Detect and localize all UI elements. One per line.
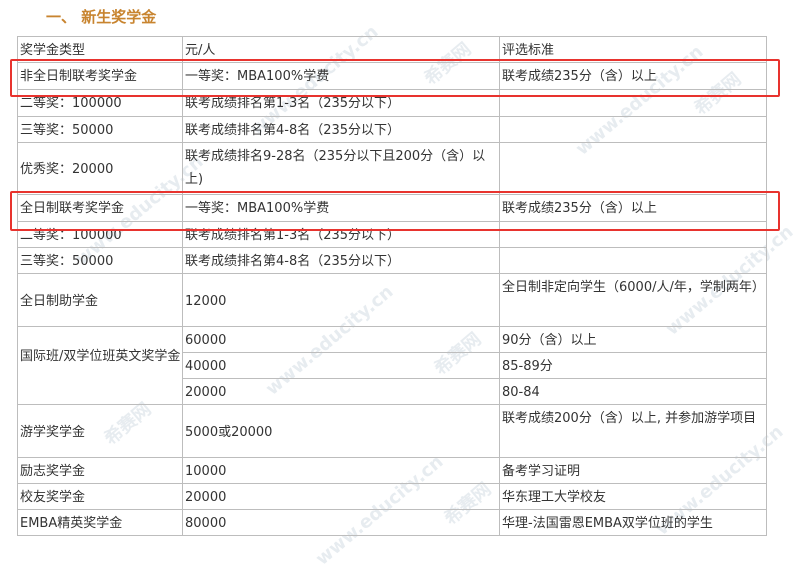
table-cell: 20000 (182, 483, 500, 510)
scholarship-table: 奖学金类型 元/人 评选标准 非全日制联考奖学金 一等奖：MBA100%学费 联… (17, 36, 767, 536)
table-cell: 非全日制联考奖学金 (17, 62, 183, 90)
header-cell: 评选标准 (499, 36, 767, 63)
table-cell: 40000 (182, 352, 500, 379)
table-cell: 联考成绩排名第4-8名（235分以下） (182, 116, 500, 143)
table-cell: 华东理工大学校友 (499, 483, 767, 510)
table-cell: 全日制非定向学生（6000/人/年，学制两年） (499, 273, 767, 327)
table-cell: 校友奖学金 (17, 483, 183, 510)
table-cell: 全日制助学金 (17, 273, 183, 327)
table-cell (499, 89, 767, 117)
table-cell: 励志奖学金 (17, 457, 183, 484)
table-cell (499, 221, 767, 248)
table-cell: 游学奖学金 (17, 404, 183, 458)
table-row: 三等奖：50000 联考成绩排名第4-8名（235分以下） (17, 247, 767, 274)
table-row: 非全日制联考奖学金 一等奖：MBA100%学费 联考成绩235分（含）以上 (17, 62, 767, 90)
table-cell: 华理-法国雷恩EMBA双学位班的学生 (499, 509, 767, 536)
table-cell: 全日制联考奖学金 (17, 194, 183, 222)
table-cell (499, 116, 767, 143)
table-cell: 联考成绩235分（含）以上 (499, 62, 767, 90)
header-cell: 元/人 (182, 36, 500, 63)
table-cell: 联考成绩排名第1-3名（235分以下） (182, 89, 500, 117)
table-cell: 优秀奖：20000 (17, 142, 183, 195)
table-cell: 三等奖：50000 (17, 247, 183, 274)
table-row: 三等奖：50000 联考成绩排名第4-8名（235分以下） (17, 116, 767, 143)
table-cell: 60000 (182, 326, 500, 353)
table-row: 优秀奖：20000 联考成绩排名9-28名（235分以下且200分（含）以上) (17, 142, 767, 195)
table-cell: 联考成绩排名第1-3名（235分以下） (182, 221, 500, 248)
table-row: 全日制联考奖学金 一等奖：MBA100%学费 联考成绩235分（含）以上 (17, 194, 767, 222)
table-cell: 85-89分 (499, 352, 767, 379)
table-cell: 20000 (182, 378, 500, 405)
table-cell: 80000 (182, 509, 500, 536)
table-cell: 联考成绩200分（含）以上, 并参加游学项目 (499, 404, 767, 458)
table-cell: EMBA精英奖学金 (17, 509, 183, 536)
table-cell: 联考成绩235分（含）以上 (499, 194, 767, 222)
table-row: 游学奖学金 5000或20000 联考成绩200分（含）以上, 并参加游学项目 (17, 404, 767, 458)
table-cell: 备考学习证明 (499, 457, 767, 484)
table-row: 校友奖学金 20000 华东理工大学校友 (17, 483, 767, 510)
table-cell: 5000或20000 (182, 404, 500, 458)
table-cell: 10000 (182, 457, 500, 484)
table-row: 励志奖学金 10000 备考学习证明 (17, 457, 767, 484)
table-row: EMBA精英奖学金 80000 华理-法国雷恩EMBA双学位班的学生 (17, 509, 767, 536)
table-cell: 一等奖：MBA100%学费 (182, 194, 500, 222)
table-cell: 三等奖：50000 (17, 116, 183, 143)
table-row: 二等奖：100000 联考成绩排名第1-3名（235分以下） (17, 221, 767, 248)
table-header-row: 奖学金类型 元/人 评选标准 (17, 36, 767, 63)
table-cell: 12000 (182, 273, 500, 327)
table-cell (499, 247, 767, 274)
table-cell: 一等奖：MBA100%学费 (182, 62, 500, 90)
table-cell: 国际班/双学位班英文奖学金 (17, 326, 183, 405)
header-cell: 奖学金类型 (17, 36, 183, 63)
table-row: 国际班/双学位班英文奖学金 60000 90分（含）以上 (17, 326, 767, 405)
table-cell (499, 142, 767, 195)
section-heading: 一、 新生奖学金 (46, 8, 157, 26)
table-cell: 二等奖：100000 (17, 89, 183, 117)
table-cell: 二等奖：100000 (17, 221, 183, 248)
table-row: 全日制助学金 12000 全日制非定向学生（6000/人/年，学制两年） (17, 273, 767, 327)
table-cell: 80-84 (499, 378, 767, 405)
table-cell: 90分（含）以上 (499, 326, 767, 353)
table-cell: 联考成绩排名9-28名（235分以下且200分（含）以上) (182, 142, 500, 195)
table-row: 二等奖：100000 联考成绩排名第1-3名（235分以下） (17, 89, 767, 117)
table-cell: 联考成绩排名第4-8名（235分以下） (182, 247, 500, 274)
